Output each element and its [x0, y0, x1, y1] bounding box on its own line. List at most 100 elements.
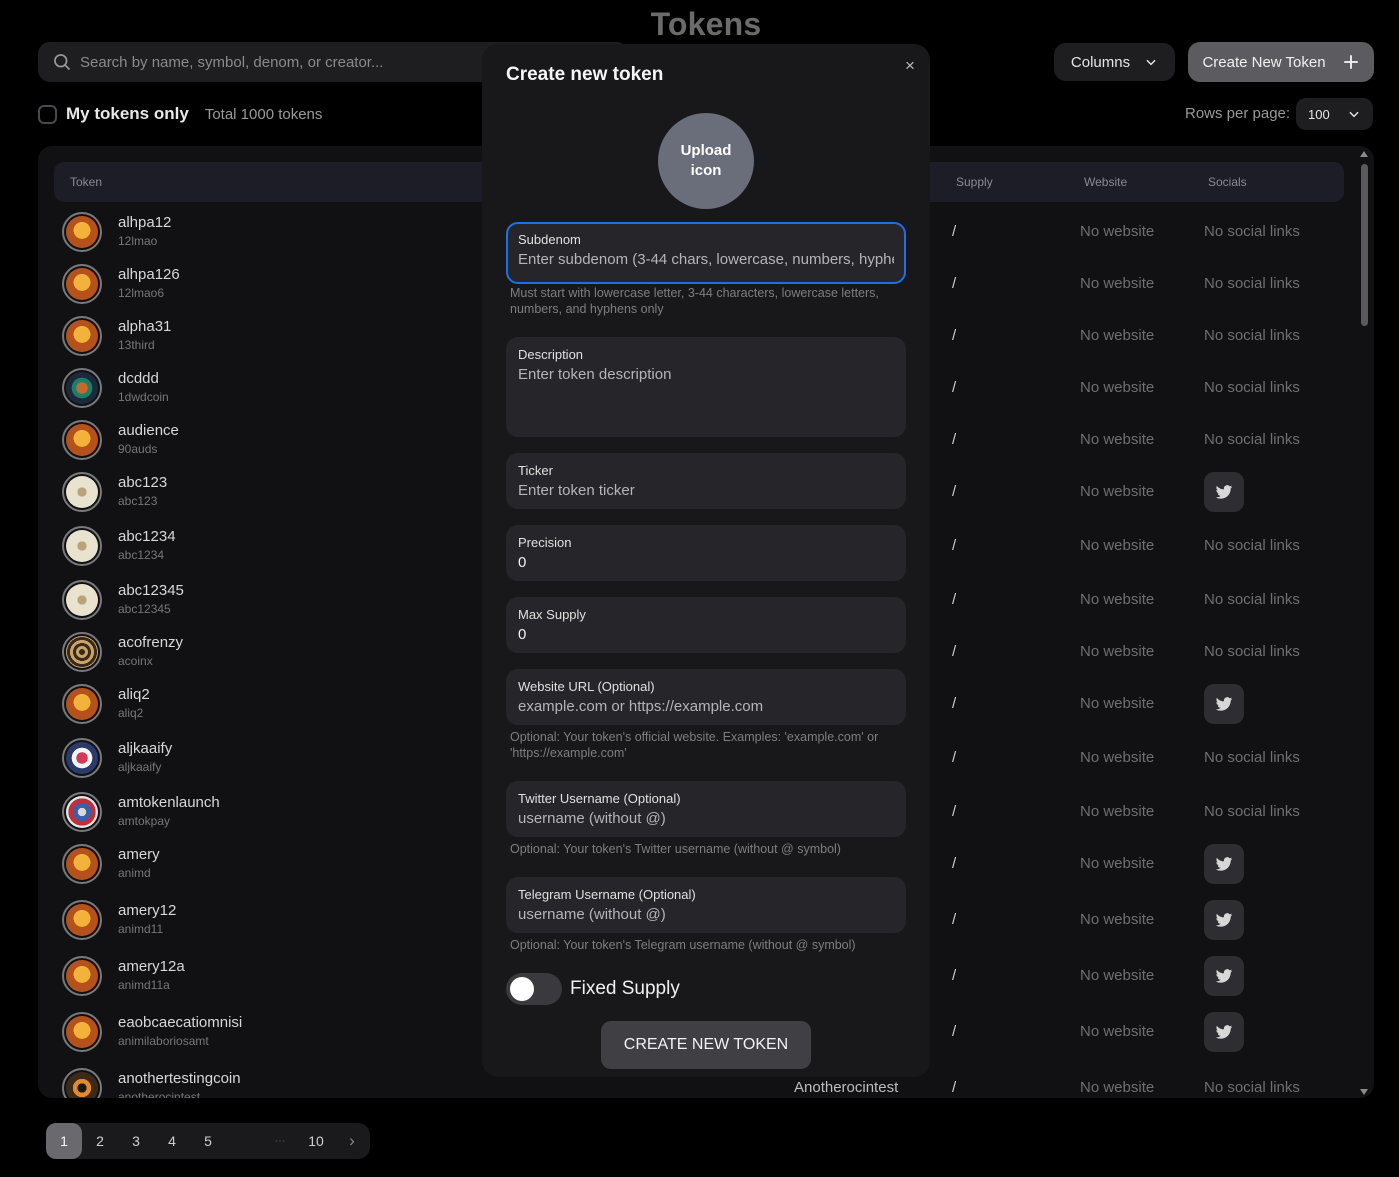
supply-cell: /	[952, 223, 957, 240]
next-page-icon[interactable]: ›	[342, 1123, 362, 1159]
token-icon	[66, 320, 98, 352]
token-name[interactable]: amery12a	[118, 958, 185, 975]
header-supply[interactable]: Supply	[956, 175, 993, 189]
twitter-icon[interactable]	[1204, 1012, 1244, 1052]
token-icon	[66, 476, 98, 508]
token-avatar	[62, 526, 102, 566]
subdenom-input[interactable]	[518, 251, 894, 268]
token-icon	[66, 960, 98, 992]
my-tokens-checkbox[interactable]	[38, 104, 57, 124]
scroll-down-arrow-icon[interactable]	[1359, 1088, 1369, 1096]
ticker-field: Ticker	[506, 453, 906, 509]
telegram-username-hint: Optional: Your token's Telegram username…	[510, 938, 856, 952]
description-input[interactable]	[518, 366, 894, 417]
page-1[interactable]: 1	[46, 1123, 82, 1159]
token-name[interactable]: audience	[118, 422, 179, 439]
website-cell: No website	[1080, 275, 1155, 292]
token-name[interactable]: amery12	[118, 902, 176, 919]
token-name[interactable]: alhpa126	[118, 266, 180, 283]
token-name[interactable]: aljkaaify	[118, 740, 172, 757]
website-cell: No website	[1080, 591, 1155, 608]
columns-button[interactable]: Columns	[1054, 43, 1175, 81]
page-10[interactable]: 10	[302, 1123, 330, 1159]
chevron-down-icon	[1349, 111, 1359, 118]
twitter-icon[interactable]	[1204, 472, 1244, 512]
twitter-username-input[interactable]	[518, 810, 894, 827]
website-cell: No website	[1080, 695, 1155, 712]
token-icon	[66, 904, 98, 936]
token-name[interactable]: aliq2	[118, 686, 150, 703]
supply-cell: /	[952, 643, 957, 660]
token-icon	[66, 372, 98, 404]
website-cell: No website	[1080, 537, 1155, 554]
telegram-username-input[interactable]	[518, 906, 894, 923]
twitter-username-hint: Optional: Your token's Twitter username …	[510, 842, 841, 856]
table-scrollbar[interactable]	[1358, 150, 1370, 1096]
token-name[interactable]: eaobcaecatiomnisi	[118, 1014, 242, 1031]
supply-cell: /	[952, 537, 957, 554]
rows-per-page-value: 100	[1308, 106, 1330, 122]
create-new-token-submit-button[interactable]: CREATE NEW TOKEN	[601, 1021, 811, 1069]
socials-cell: No social links	[1204, 1079, 1300, 1096]
supply-cell: /	[952, 327, 957, 344]
my-tokens-label[interactable]: My tokens only	[66, 104, 189, 124]
token-symbol: amtokpay	[118, 814, 171, 828]
twitter-icon[interactable]	[1204, 684, 1244, 724]
token-icon	[66, 688, 98, 720]
twitter-icon[interactable]	[1204, 956, 1244, 996]
upload-icon-label: Upload icon	[680, 142, 732, 179]
token-display-name: Anotherocintest	[794, 1079, 899, 1096]
token-avatar	[62, 580, 102, 620]
page-2[interactable]: 2	[88, 1123, 112, 1159]
upload-icon-button[interactable]: Upload icon	[658, 113, 754, 209]
token-avatar	[62, 792, 102, 832]
token-name[interactable]: alhpa12	[118, 214, 171, 231]
token-name[interactable]: anothertestingcoin	[118, 1070, 241, 1087]
supply-cell: /	[952, 803, 957, 820]
close-icon[interactable]: ×	[900, 56, 920, 76]
website-cell: No website	[1080, 855, 1155, 872]
website-cell: No website	[1080, 379, 1155, 396]
twitter-icon[interactable]	[1204, 900, 1244, 940]
token-avatar	[62, 900, 102, 940]
create-new-token-button[interactable]: Create New Token	[1188, 42, 1374, 82]
token-name[interactable]: abc1234	[118, 528, 176, 545]
supply-cell: /	[952, 483, 957, 500]
twitter-icon[interactable]	[1204, 844, 1244, 884]
header-website[interactable]: Website	[1084, 175, 1127, 189]
website-cell: No website	[1080, 1023, 1155, 1040]
token-symbol: animd11a	[118, 978, 170, 992]
token-name[interactable]: amery	[118, 846, 160, 863]
token-icon	[66, 424, 98, 456]
fixed-supply-label: Fixed Supply	[570, 978, 680, 999]
token-icon	[66, 584, 98, 616]
search-icon	[54, 54, 71, 71]
page-4[interactable]: 4	[160, 1123, 184, 1159]
website-cell: No website	[1080, 223, 1155, 240]
token-icon	[66, 1016, 98, 1048]
toggle-knob	[510, 977, 534, 1001]
token-name[interactable]: abc12345	[118, 582, 184, 599]
fixed-supply-toggle[interactable]	[506, 973, 562, 1005]
website-cell: No website	[1080, 911, 1155, 928]
twitter-username-label: Twitter Username (Optional)	[518, 791, 681, 806]
token-name[interactable]: alpha31	[118, 318, 171, 335]
precision-input[interactable]	[518, 554, 894, 571]
page-5[interactable]: 5	[196, 1123, 220, 1159]
header-token[interactable]: Token	[70, 175, 102, 189]
rows-per-page-select[interactable]: 100	[1296, 98, 1373, 130]
ticker-input[interactable]	[518, 482, 894, 499]
token-name[interactable]: amtokenlaunch	[118, 794, 220, 811]
token-symbol: 1dwdcoin	[118, 390, 169, 404]
max-supply-input[interactable]	[518, 626, 894, 643]
scroll-thumb[interactable]	[1361, 164, 1368, 326]
token-name[interactable]: acofrenzy	[118, 634, 183, 651]
website-url-hint: Optional: Your token's official website.…	[510, 730, 879, 760]
token-name[interactable]: dcddd	[118, 370, 159, 387]
page-3[interactable]: 3	[124, 1123, 148, 1159]
header-socials[interactable]: Socials	[1208, 175, 1247, 189]
token-name[interactable]: abc123	[118, 474, 167, 491]
scroll-up-arrow-icon[interactable]	[1359, 150, 1369, 158]
website-url-input[interactable]	[518, 698, 894, 715]
modal-title: Create new token	[506, 64, 664, 85]
